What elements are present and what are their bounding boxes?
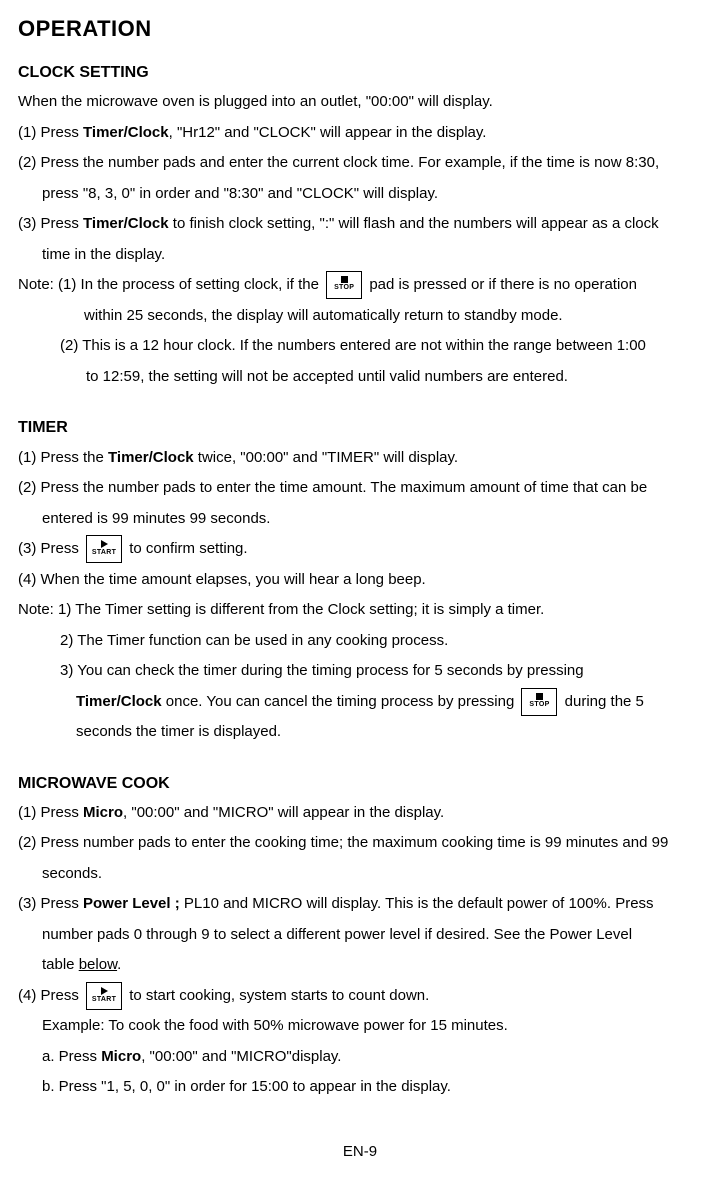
- note-label: Note:: [18, 601, 58, 618]
- timer-note3b: Timer/Clock once. You can cancel the tim…: [18, 688, 702, 717]
- timer-clock-label: Timer/Clock: [83, 215, 169, 232]
- stop-label: STOP: [327, 284, 361, 291]
- start-label: START: [87, 996, 121, 1003]
- clock-step3: (3) Press Timer/Clock to finish clock se…: [18, 210, 702, 239]
- start-button-icon: START: [86, 982, 122, 1010]
- text: a. Press: [42, 1048, 101, 1065]
- micro-label: Micro: [83, 804, 123, 821]
- text: .: [117, 956, 121, 973]
- clock-note1: Note: (1) In the process of setting cloc…: [18, 271, 702, 300]
- timer-step2b: entered is 99 minutes 99 seconds.: [18, 505, 702, 534]
- text: (3) Press: [18, 215, 83, 232]
- timer-step1: (1) Press the Timer/Clock twice, "00:00"…: [18, 444, 702, 473]
- timer-note3: 3) You can check the timer during the ti…: [18, 657, 702, 686]
- text: , "00:00" and "MICRO" will appear in the…: [123, 804, 444, 821]
- text: PL10 and MICRO will display. This is the…: [180, 895, 654, 912]
- micro-label: Micro: [101, 1048, 141, 1065]
- timer-clock-label: Timer/Clock: [76, 693, 162, 710]
- micro-example-a: a. Press Micro, "00:00" and "MICRO"displ…: [18, 1043, 702, 1072]
- timer-step3: (3) Press START to confirm setting.: [18, 535, 702, 564]
- micro-example: Example: To cook the food with 50% micro…: [18, 1012, 702, 1041]
- timer-heading: TIMER: [18, 413, 702, 443]
- clock-step2b: press "8, 3, 0" in order and "8:30" and …: [18, 180, 702, 209]
- clock-step3c: time in the display.: [18, 241, 702, 270]
- page-title: OPERATION: [18, 8, 702, 50]
- stop-button-icon: STOP: [326, 271, 362, 299]
- text: during the 5: [565, 693, 644, 710]
- text: (1) Press: [18, 804, 83, 821]
- timer-step2a: (2) Press the number pads to enter the t…: [18, 474, 702, 503]
- text: (3) Press: [18, 540, 83, 557]
- micro-step3c: number pads 0 through 9 to select a diff…: [18, 921, 702, 950]
- text: table: [42, 956, 79, 973]
- text: pad is pressed or if there is no operati…: [369, 276, 637, 293]
- page-number: EN-9: [18, 1138, 702, 1167]
- micro-step2b: seconds.: [18, 860, 702, 889]
- power-level-label: Power Level ;: [83, 895, 180, 912]
- text: (3) Press: [18, 895, 83, 912]
- micro-step1: (1) Press Micro, "00:00" and "MICRO" wil…: [18, 799, 702, 828]
- timer-clock-label: Timer/Clock: [108, 449, 194, 466]
- note-label: Note:: [18, 276, 58, 293]
- micro-step3: (3) Press Power Level ; PL10 and MICRO w…: [18, 890, 702, 919]
- micro-step3d: table below.: [18, 951, 702, 980]
- clock-step2a: (2) Press the number pads and enter the …: [18, 149, 702, 178]
- timer-step4: (4) When the time amount elapses, you wi…: [18, 566, 702, 595]
- stop-label: STOP: [522, 701, 556, 708]
- microwave-cook-heading: MICROWAVE COOK: [18, 769, 702, 799]
- text: (4) Press: [18, 987, 83, 1004]
- timer-clock-label: Timer/Clock: [83, 124, 169, 141]
- clock-step1: (1) Press Timer/Clock, "Hr12" and "CLOCK…: [18, 119, 702, 148]
- text: (1) In the process of setting clock, if …: [58, 276, 323, 293]
- text: to confirm setting.: [129, 540, 247, 557]
- below-link: below: [79, 956, 117, 973]
- text: to start cooking, system starts to count…: [129, 987, 429, 1004]
- micro-step4: (4) Press START to start cooking, system…: [18, 982, 702, 1011]
- micro-step2a: (2) Press number pads to enter the cooki…: [18, 829, 702, 858]
- micro-example-b: b. Press "1, 5, 0, 0" in order for 15:00…: [18, 1073, 702, 1102]
- timer-note2: 2) The Timer function can be used in any…: [18, 627, 702, 656]
- clock-note2a: (2) This is a 12 hour clock. If the numb…: [18, 332, 702, 361]
- clock-note1c: within 25 seconds, the display will auto…: [18, 302, 702, 331]
- text: , "00:00" and "MICRO"display.: [141, 1048, 341, 1065]
- clock-setting-heading: CLOCK SETTING: [18, 58, 702, 88]
- text: once. You can cancel the timing process …: [162, 693, 519, 710]
- text: (1) Press: [18, 124, 83, 141]
- stop-button-icon: STOP: [521, 688, 557, 716]
- clock-note2b: to 12:59, the setting will not be accept…: [18, 363, 702, 392]
- timer-note1: Note: 1) The Timer setting is different …: [18, 596, 702, 625]
- text: , "Hr12" and "CLOCK" will appear in the …: [169, 124, 487, 141]
- text: to finish clock setting, ":" will flash …: [169, 215, 659, 232]
- timer-note3d: seconds the timer is displayed.: [18, 718, 702, 747]
- clock-intro: When the microwave oven is plugged into …: [18, 88, 702, 117]
- text: 1) The Timer setting is different from t…: [58, 601, 544, 618]
- text: (1) Press the: [18, 449, 108, 466]
- start-label: START: [87, 549, 121, 556]
- text: twice, "00:00" and "TIMER" will display.: [194, 449, 458, 466]
- start-button-icon: START: [86, 535, 122, 563]
